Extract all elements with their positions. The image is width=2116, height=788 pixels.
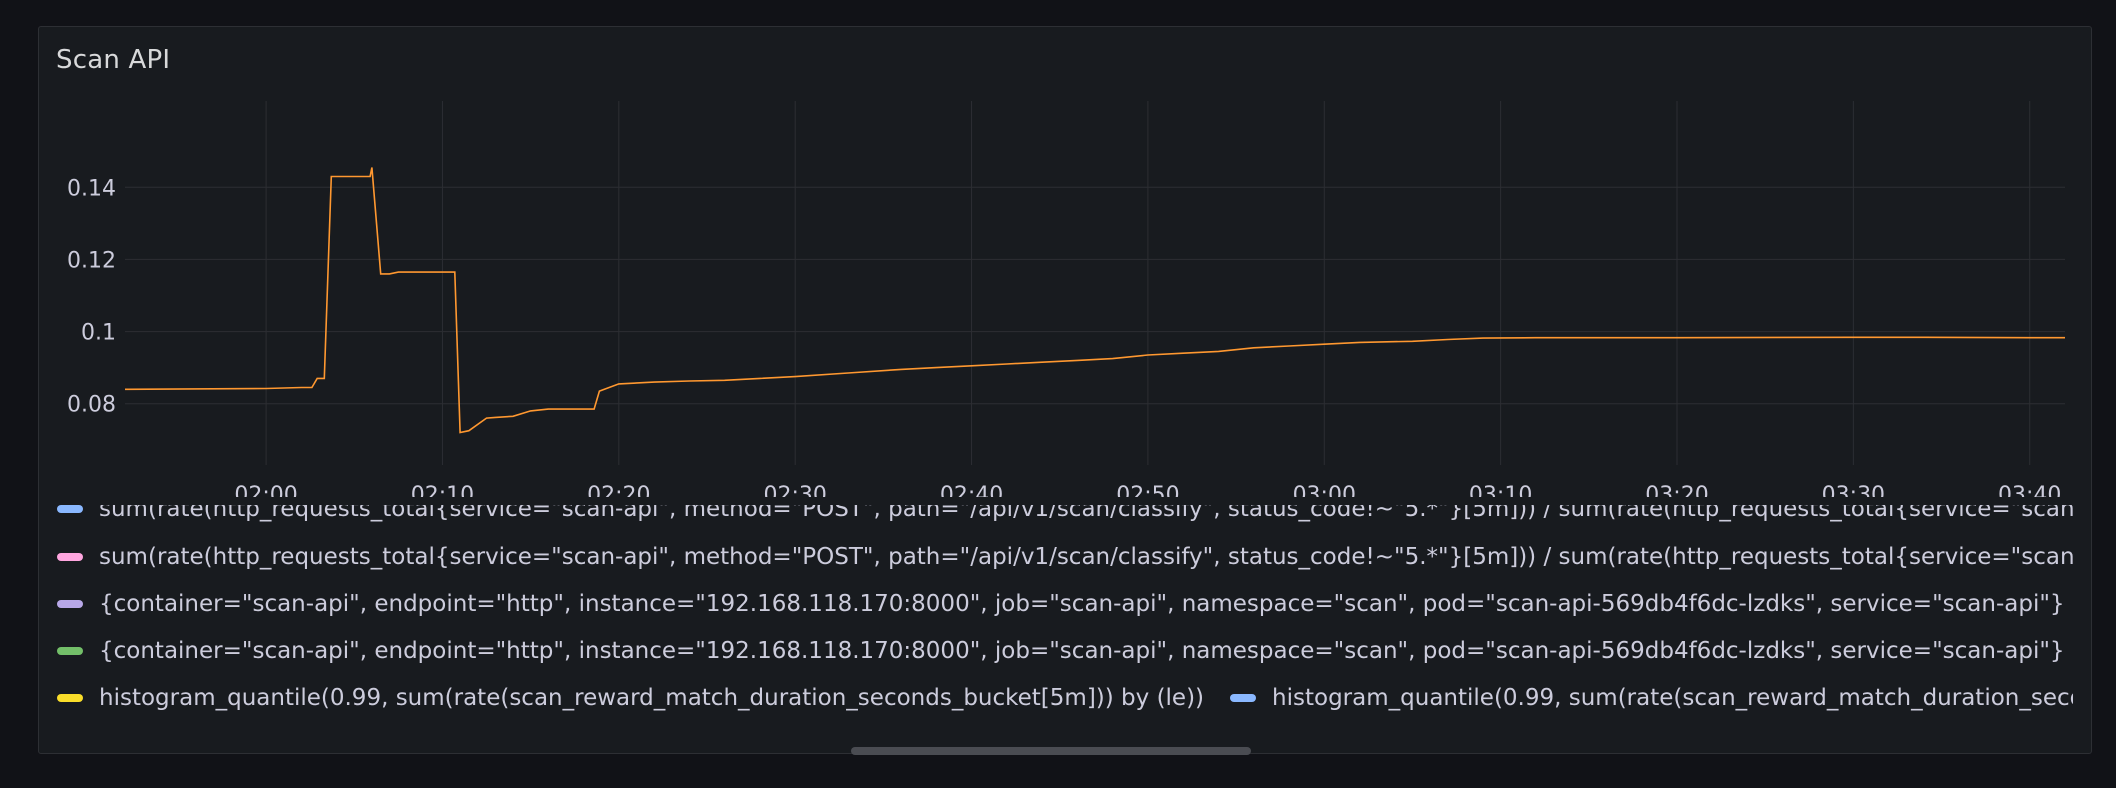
x-tick-label: 03:10: [1469, 483, 1532, 497]
legend-label: histogram_quantile(0.99, sum(rate(scan_r…: [99, 684, 1205, 711]
legend-item[interactable]: {container="scan-api", endpoint="http", …: [57, 591, 2065, 617]
x-tick-label: 02:10: [411, 483, 474, 497]
legend-item[interactable]: sum(rate(http_requests_total{service="sc…: [57, 544, 2073, 570]
x-tick-label: 02:30: [763, 483, 826, 497]
x-tick-label: 03:00: [1293, 483, 1356, 497]
x-tick-label: 03:40: [1998, 483, 2061, 497]
x-tick-label: 02:50: [1116, 483, 1179, 497]
x-tick-label: 02:00: [234, 483, 297, 497]
legend-scrollbar[interactable]: [851, 747, 1251, 755]
legend-item[interactable]: sum(rate(http_requests_total{service="sc…: [57, 505, 2073, 522]
legend-row: histogram_quantile(0.99, sum(rate(scan_r…: [57, 674, 2073, 721]
legend-item[interactable]: histogram_quantile(0.99, sum(rate(scan_r…: [57, 685, 1204, 711]
legend-swatch: [1230, 693, 1257, 702]
legend-row: {container="scan-api", endpoint="http", …: [57, 580, 2073, 627]
legend-swatch: [57, 599, 83, 608]
legend-swatch: [57, 646, 83, 655]
legend-item[interactable]: histogram_quantile(0.99, sum(rate(scan_r…: [1230, 685, 2073, 711]
legend-swatch: [57, 693, 83, 702]
legend-row: {container="scan-api", endpoint="http", …: [57, 627, 2073, 674]
y-tick-label: 0.1: [81, 321, 116, 346]
y-tick-label: 0.08: [67, 393, 116, 418]
legend-row: sum(rate(http_requests_total{service="sc…: [57, 505, 2073, 533]
legend-label: histogram_quantile(0.99, sum(rate(scan_r…: [1272, 684, 2073, 711]
series-line: [124, 167, 2065, 434]
y-tick-label: 0.12: [67, 248, 116, 273]
legend-swatch: [57, 505, 83, 513]
x-tick-label: 03:20: [1645, 483, 1708, 497]
legend-item[interactable]: {container="scan-api", endpoint="http", …: [57, 638, 2065, 664]
y-tick-label: 0.14: [67, 176, 116, 201]
legend-label: {container="scan-api", endpoint="http", …: [99, 637, 2065, 664]
x-tick-label: 02:40: [940, 483, 1003, 497]
x-tick-label: 02:20: [587, 483, 650, 497]
legend-swatch: [57, 552, 83, 561]
panel: Scan API 0.08 0.1 0.12 0.14 02:00 02:10 02:20 0…: [38, 26, 2093, 755]
legend-label: {container="scan-api", endpoint="http", …: [99, 590, 2065, 617]
legend-row: sum(rate(http_requests_total{service="sc…: [57, 533, 2073, 580]
x-tick-label: 03:30: [1822, 483, 1885, 497]
legend: sum(rate(http_requests_total{service="sc…: [57, 505, 2073, 745]
legend-label: sum(rate(http_requests_total{service="sc…: [99, 543, 2073, 570]
legend-label: sum(rate(http_requests_total{service="sc…: [99, 505, 2073, 522]
line-chart[interactable]: 0.08 0.1 0.12 0.14 02:00 02:10 02:20 02:30 02:40…: [39, 27, 2093, 497]
